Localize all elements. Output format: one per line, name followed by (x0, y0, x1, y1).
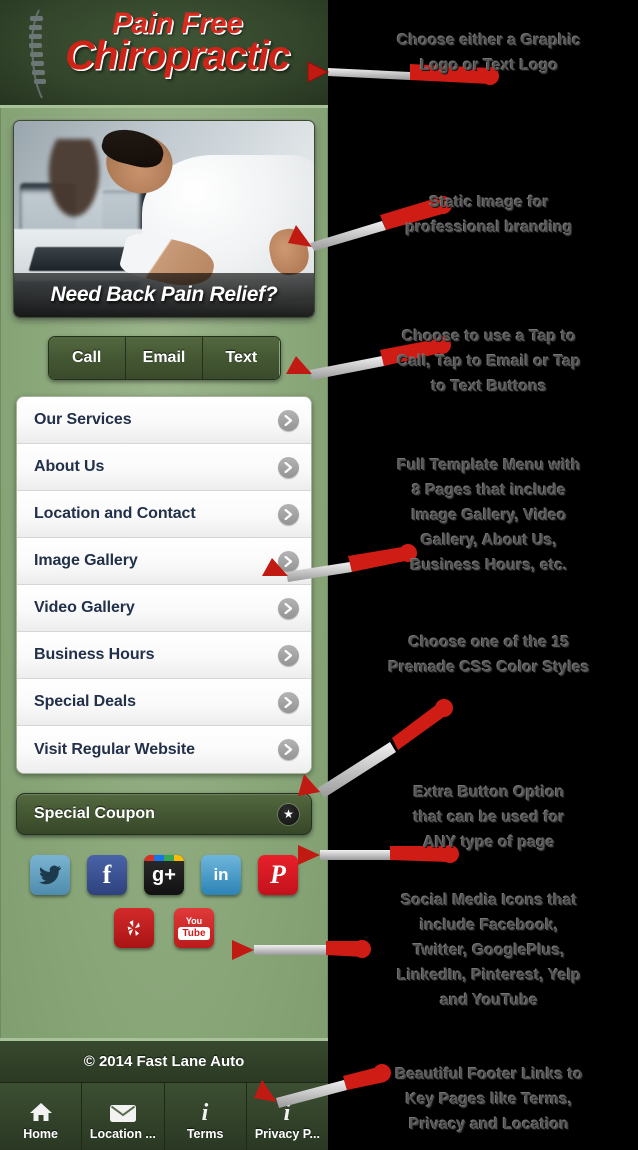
social-row-1: f g+ in P (0, 855, 328, 895)
copyright-text: © 2014 Fast Lane Auto (83, 1053, 245, 1070)
chevron-right-icon (278, 503, 299, 525)
call-button[interactable]: Call (48, 337, 126, 379)
menu-item-label: Image Gallery (34, 552, 138, 569)
home-icon (29, 1097, 53, 1123)
annotation-4-text: Full Template Menu with 8 Pages that inc… (397, 457, 581, 574)
menu-item-label: Special Deals (34, 693, 136, 710)
googleplus-icon[interactable]: g+ (144, 855, 184, 895)
annotation-5-text: Choose one of the 15 Premade CSS Color S… (388, 634, 590, 676)
annotation-3: Choose to use a Tap to Call, Tap to Emai… (352, 324, 626, 399)
email-button[interactable]: Email (125, 337, 204, 379)
special-coupon-label: Special Coupon (34, 805, 155, 822)
footer-tab-label: Location ... (89, 1126, 156, 1141)
menu-item-visit-regular-website[interactable]: Visit Regular Website (17, 726, 311, 773)
footer-tab-location[interactable]: Location ... (82, 1083, 165, 1150)
menu-item-video-gallery[interactable]: Video Gallery (17, 585, 311, 632)
linkedin-icon[interactable]: in (201, 855, 241, 895)
annotation-8: Beautiful Footer Links to Key Pages like… (352, 1062, 626, 1137)
contact-action-group: Call Email Text (47, 336, 281, 380)
chevron-right-icon (278, 597, 299, 619)
screenshot-root: Pain Free Chiropractic Need Back Pain Re… (0, 0, 638, 1150)
site-header: Pain Free Chiropractic (0, 0, 328, 108)
footer-tab-label: Terms (186, 1126, 224, 1141)
info-icon: i (196, 1097, 214, 1123)
text-button[interactable]: Text (203, 337, 280, 379)
menu-item-our-services[interactable]: Our Services (17, 397, 311, 444)
hero-banner-image: Need Back Pain Relief? (13, 120, 315, 318)
annotation-6-text: Extra Button Option that can be used for… (413, 784, 565, 851)
annotation-6: Extra Button Option that can be used for… (352, 780, 626, 855)
special-coupon-button[interactable]: Special Coupon ★ (16, 793, 312, 835)
youtube-you-text: You (185, 916, 203, 926)
footer-tab-terms[interactable]: i Terms (165, 1083, 247, 1150)
yelp-icon[interactable] (114, 908, 154, 948)
annotation-2-text: Static Image for professional branding (405, 194, 573, 236)
footer-tab-home[interactable]: Home (0, 1083, 83, 1150)
annotation-4: Full Template Menu with 8 Pages that inc… (352, 453, 626, 578)
chevron-right-icon (278, 409, 299, 431)
banner-caption-text: Need Back Pain Relief? (50, 283, 278, 306)
envelope-icon (109, 1097, 137, 1123)
youtube-tube-text: Tube (178, 927, 210, 940)
youtube-icon[interactable]: You Tube (174, 908, 214, 948)
annotation-7: Social Media Icons that include Facebook… (348, 888, 630, 1013)
twitter-icon[interactable] (30, 855, 70, 895)
annotation-3-text: Choose to use a Tap to Call, Tap to Emai… (397, 328, 581, 395)
annotation-8-text: Beautiful Footer Links to Key Pages like… (395, 1066, 583, 1133)
annotation-1-line-1: Choose either a Graphic Logo or Text Log… (397, 32, 581, 74)
annotation-7-text: Social Media Icons that include Facebook… (397, 892, 581, 1009)
menu-item-special-deals[interactable]: Special Deals (17, 679, 311, 726)
menu-item-label: Video Gallery (34, 599, 135, 616)
menu-item-business-hours[interactable]: Business Hours (17, 632, 311, 679)
footer-tab-label: Home (23, 1126, 58, 1141)
facebook-icon[interactable]: f (87, 855, 127, 895)
menu-item-about-us[interactable]: About Us (17, 444, 311, 491)
menu-item-label: About Us (34, 458, 105, 475)
annotation-2: Static Image for professional branding (352, 190, 626, 240)
chevron-right-icon (278, 644, 299, 666)
banner-caption-bar: Need Back Pain Relief? (14, 273, 314, 317)
svg-text:i: i (202, 1100, 209, 1123)
annotation-1: Choose either a Graphic Logo or Text Log… (352, 28, 626, 78)
menu-item-label: Visit Regular Website (34, 740, 195, 758)
chevron-right-icon (278, 456, 299, 478)
logo-line-2: Chiropractic (65, 32, 290, 78)
menu-item-label: Location and Contact (34, 505, 196, 522)
annotation-5: Choose one of the 15 Premade CSS Color S… (352, 630, 626, 680)
menu-item-label: Our Services (34, 411, 132, 428)
site-logo[interactable]: Pain Free Chiropractic (0, 8, 328, 78)
menu-item-label: Business Hours (34, 646, 155, 663)
footer-tab-label: Privacy P... (254, 1126, 320, 1141)
